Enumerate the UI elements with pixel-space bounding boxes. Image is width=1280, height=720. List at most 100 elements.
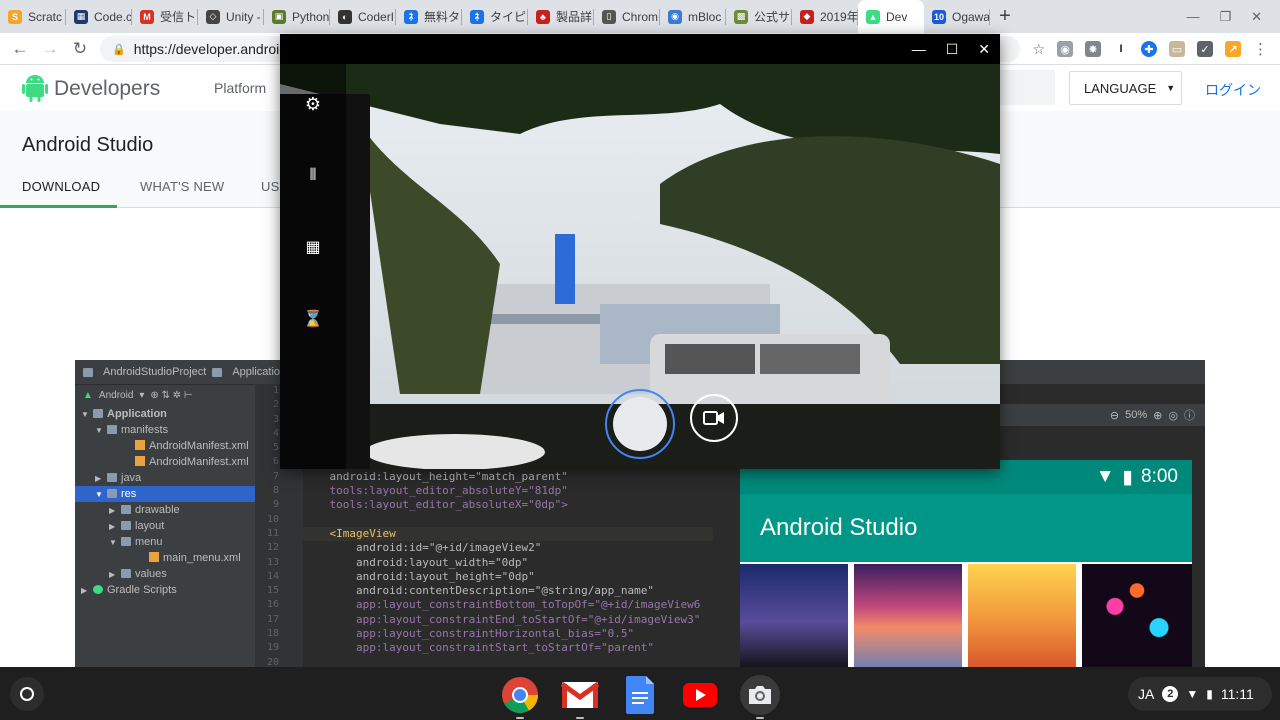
login-link[interactable]: ログイン bbox=[1205, 80, 1261, 100]
phone-preview: ▼ ▮ 8:00 Android Studio bbox=[740, 460, 1192, 670]
line-number: 2 bbox=[272, 399, 279, 411]
wifi-icon: ▼ bbox=[1095, 466, 1115, 487]
line-number: 18 bbox=[266, 628, 279, 640]
android-logo-icon[interactable] bbox=[22, 73, 48, 103]
tab-favicon-icon: ▯ bbox=[602, 9, 616, 24]
browser-tab[interactable]: ▯ Chrom bbox=[594, 0, 660, 33]
youtube-icon[interactable] bbox=[680, 675, 720, 715]
xml-file-icon bbox=[135, 440, 145, 450]
gmail-icon[interactable] bbox=[560, 675, 600, 719]
language-label: LANGUAGE bbox=[1084, 80, 1157, 96]
line-number: 10 bbox=[266, 513, 279, 525]
status-tray[interactable]: JA 2 ▼ ▮ 11:11 bbox=[1128, 677, 1272, 711]
project-name: AndroidStudioProject bbox=[103, 366, 207, 378]
browser-tab[interactable]: ▣ Python bbox=[264, 0, 330, 33]
docs-icon[interactable] bbox=[620, 675, 660, 715]
browser-tab[interactable]: M 受信ト bbox=[132, 0, 198, 33]
close-icon[interactable]: ✕ bbox=[1251, 9, 1262, 25]
maximize-icon[interactable]: ☐ bbox=[946, 41, 959, 58]
phone-app-bar: Android Studio bbox=[740, 494, 1192, 562]
tab-label: Unity - bbox=[226, 9, 261, 24]
browser-tab[interactable]: ▦ Code.c bbox=[66, 0, 132, 33]
tab-download[interactable]: DOWNLOAD bbox=[22, 179, 100, 194]
browser-tab[interactable]: ﾈ 無料タ bbox=[396, 0, 462, 33]
forward-icon[interactable]: → bbox=[35, 39, 65, 59]
gallery-photo bbox=[740, 564, 848, 670]
expand-arrow-icon: ▶ bbox=[81, 586, 88, 595]
globe-ext-icon[interactable]: ✚ bbox=[1141, 41, 1157, 57]
camera-ext-icon[interactable]: ◉ bbox=[1057, 41, 1073, 57]
window-controls: — ❐ ✕ bbox=[1186, 0, 1280, 33]
browser-tab[interactable]: ♣ 製品詳 bbox=[528, 0, 594, 33]
chrome-icon[interactable] bbox=[500, 675, 540, 719]
label-ext-icon[interactable]: ▭ bbox=[1169, 41, 1185, 57]
code-line: tools:layout_editor_absoluteY="81dp" bbox=[303, 484, 568, 498]
tab-label: mBloc bbox=[688, 9, 722, 24]
shutter-button[interactable] bbox=[605, 389, 675, 459]
xml-file-icon bbox=[149, 552, 159, 562]
browser-tab[interactable]: ◉ mBloc bbox=[660, 0, 726, 33]
tree-node: main_menu.xml bbox=[75, 550, 255, 566]
browser-tab[interactable]: ◇ Unity - bbox=[198, 0, 264, 33]
line-number: 17 bbox=[266, 613, 279, 625]
lock-icon: 🔒 bbox=[112, 43, 126, 56]
chart-ext-icon[interactable]: ↗ bbox=[1225, 41, 1241, 57]
minimize-icon[interactable]: — bbox=[1186, 9, 1199, 24]
language-button[interactable]: LANGUAGE ▼ bbox=[1069, 71, 1182, 105]
caret-down-icon: ▼ bbox=[1166, 83, 1176, 93]
check-ext-icon[interactable]: ✓ bbox=[1197, 41, 1213, 57]
gallery-photo bbox=[968, 564, 1076, 670]
restore-icon[interactable]: ❐ bbox=[1219, 9, 1231, 25]
video-mode-button[interactable] bbox=[690, 394, 738, 442]
tab-label: 公式サ bbox=[754, 10, 791, 24]
close-icon[interactable]: ✕ bbox=[978, 41, 990, 58]
line-number: 6 bbox=[272, 456, 279, 468]
sync-icon: ⊕ ⇅ ✲ ⊢ bbox=[150, 390, 193, 401]
camera-icon[interactable] bbox=[740, 675, 780, 719]
tab-label: Dev bbox=[886, 9, 908, 24]
line-number: 1 bbox=[272, 385, 279, 396]
browser-tab[interactable]: ◆ 2019年 bbox=[792, 0, 858, 33]
reload-icon[interactable]: ↻ bbox=[65, 39, 95, 59]
code-line: <ImageView bbox=[303, 526, 713, 542]
launcher-button[interactable] bbox=[10, 677, 44, 711]
settings-icon[interactable]: ⚙ bbox=[305, 94, 321, 115]
line-number: 14 bbox=[266, 570, 279, 582]
folder-icon bbox=[107, 425, 117, 434]
tab-favicon-icon: S bbox=[8, 9, 22, 24]
code-line: app:layout_constraintEnd_toStartOf="@+id… bbox=[303, 612, 701, 626]
folder-icon bbox=[121, 521, 131, 530]
expand-arrow-icon: ▼ bbox=[109, 538, 117, 547]
tree-node: ▶ layout bbox=[75, 518, 255, 534]
browser-tab[interactable]: ▲ Dev bbox=[858, 0, 924, 33]
browser-tab[interactable]: ◐ CoderI bbox=[330, 0, 396, 33]
text-ext-icon[interactable]: I bbox=[1113, 41, 1129, 57]
new-tab-button[interactable]: + bbox=[990, 0, 1020, 33]
tab-label: Chrom bbox=[622, 9, 659, 24]
brand-name[interactable]: Developers bbox=[54, 77, 160, 101]
xml-file-icon bbox=[135, 456, 145, 466]
minimize-icon[interactable]: — bbox=[912, 41, 926, 57]
tab-whats-new[interactable]: WHAT'S NEW bbox=[140, 179, 224, 194]
shutter-inner bbox=[613, 397, 667, 451]
tab-favicon-icon: ▣ bbox=[272, 9, 286, 24]
bookmark-star-icon[interactable]: ☆ bbox=[1032, 41, 1045, 58]
nav-platform[interactable]: Platform bbox=[214, 80, 266, 96]
browser-tab[interactable]: ﾈ タイピ bbox=[462, 0, 528, 33]
gear-ext-icon[interactable]: ✸ bbox=[1085, 41, 1101, 57]
browser-tab[interactable]: S Scratc bbox=[0, 0, 66, 33]
browser-tab[interactable]: ▩ 公式サ bbox=[726, 0, 792, 33]
browser-tab[interactable]: 10 Ogawa bbox=[924, 0, 990, 33]
expand-arrow-icon: ▶ bbox=[109, 522, 116, 531]
folder-icon bbox=[93, 409, 103, 418]
mirror-icon[interactable]: ⫴ bbox=[310, 167, 317, 185]
tab-strip: S Scratc ▦ Code.c M 受信ト ◇ Unity - ▣ Python ◐ CoderI… bbox=[0, 0, 1280, 33]
back-icon[interactable]: ← bbox=[5, 39, 35, 59]
tab-label: Ogawa bbox=[952, 9, 990, 24]
tab-label: Code.c bbox=[94, 9, 132, 24]
menu-kebab-icon[interactable]: ⋮ bbox=[1253, 40, 1268, 58]
timer-off-icon[interactable]: ⌛ bbox=[303, 309, 323, 329]
grid-icon[interactable]: ▦ bbox=[305, 237, 320, 257]
tab-label: Python bbox=[292, 9, 330, 24]
tab-favicon-icon: ◆ bbox=[800, 9, 814, 24]
